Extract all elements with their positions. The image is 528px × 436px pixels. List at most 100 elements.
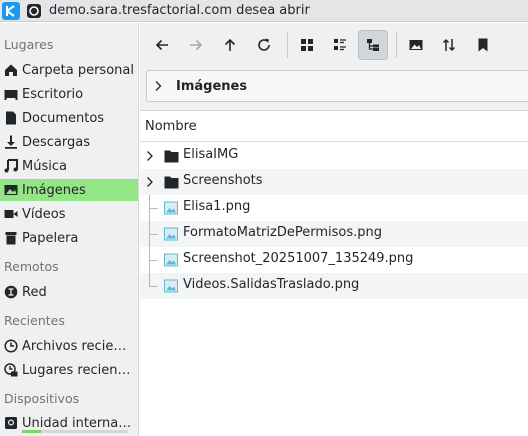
sidebar-item-music[interactable]: Música [0,155,138,177]
section-title-places: Lugares [4,37,54,52]
section-title-remote: Remotos [4,259,59,274]
chevron-right-icon[interactable] [146,176,154,188]
column-header-label: Nombre [145,119,197,134]
sidebar-item-label: Red [22,284,47,300]
sidebar-item-label: Lugares recientes [22,362,134,378]
sidebar-item-label: Unidad interna … [22,415,134,431]
sidebar-item-label: Música [22,158,67,174]
document-icon [3,110,19,126]
breadcrumb-current[interactable]: Imágenes [176,79,247,94]
recent-files-icon [3,338,19,354]
video-icon [3,206,19,222]
up-button[interactable] [215,30,245,60]
file-name: Screenshots [183,173,263,188]
folder-icon [163,174,179,190]
sidebar-item-desktop[interactable]: Escritorio [0,83,138,105]
column-header-name[interactable]: Nombre [140,112,528,142]
drive-usage-fill [22,430,42,433]
sidebar-item-label: Papelera [22,230,79,246]
desktop-icon [3,86,19,102]
back-button[interactable] [147,30,177,60]
tree-view-button[interactable] [358,30,388,60]
kde-app-icon [2,1,20,20]
sidebar-item-videos[interactable]: Vídeos [0,203,138,225]
trash-icon [3,230,19,246]
list-item[interactable]: Screenshots [140,169,528,195]
window-menu-icon[interactable] [26,3,42,19]
sidebar-item-label: Documentos [22,110,105,126]
file-name: FormatoMatrizDePermisos.png [183,225,382,240]
image-file-icon [163,200,179,216]
tree-line [149,260,158,261]
sort-button[interactable] [434,30,464,60]
arrow-right-icon [190,39,203,51]
section-title-devices: Dispositivos [4,391,80,406]
sort-icon [442,38,456,52]
file-name: Elisa1.png [183,199,251,214]
tree-line [149,234,158,235]
tree-line [149,208,158,209]
sidebar-item-label: Escritorio [22,86,84,102]
image-file-icon [163,226,179,242]
section-title-recent: Recientes [4,313,65,328]
image-file-icon [163,252,179,268]
recent-places-icon [3,362,19,378]
sidebar-item-recent-places[interactable]: Lugares recientes [0,359,138,381]
list-item[interactable]: FormatoMatrizDePermisos.png [140,221,528,247]
bookmark-button[interactable] [468,30,498,60]
sidebar-item-network[interactable]: Red [0,281,138,303]
file-name: Screenshot_20251007_135249.png [183,251,414,266]
details-view-icon [334,39,346,51]
icons-view-button[interactable] [292,30,322,60]
sidebar-item-label: Imágenes [22,182,86,198]
title-bar: demo.sara.tresfactorial.com desea abrir [0,0,528,22]
drive-icon [3,415,19,431]
home-icon [3,62,19,78]
toolbar-separator [396,32,397,58]
file-list: Nombre ElisaIMG Screenshots Elisa1.png F… [140,112,528,436]
grid-view-icon [301,39,313,51]
sidebar-item-documents[interactable]: Documentos [0,107,138,129]
sidebar-item-label: Archivos recient… [22,338,134,354]
music-icon [3,158,19,174]
location-bar: Imágenes [140,65,528,111]
preview-image-icon [409,40,423,50]
image-file-icon [163,278,179,294]
details-view-button[interactable] [325,30,355,60]
preview-button[interactable] [401,30,431,60]
arrow-up-icon [224,38,236,51]
toolbar [140,23,528,65]
sidebar-item-pictures[interactable]: Imágenes [0,179,138,201]
tree-view-icon [367,39,379,51]
file-name: ElisaIMG [183,147,239,162]
arrow-left-icon [155,39,168,51]
network-icon [3,284,19,300]
list-item[interactable]: Screenshot_20251007_135249.png [140,247,528,273]
sidebar-item-home[interactable]: Carpeta personal [0,59,138,81]
sidebar-item-recent-files[interactable]: Archivos recient… [0,335,138,357]
tree-line [149,273,150,286]
places-panel: Lugares Carpeta personal Escritorio Docu… [0,23,139,436]
folder-icon [163,148,179,164]
chevron-right-icon[interactable] [154,80,164,92]
forward-button[interactable] [181,30,211,60]
list-item[interactable]: ElisaIMG [140,143,528,169]
sidebar-item-downloads[interactable]: Descargas [0,131,138,153]
tree-line [149,286,158,287]
sidebar-item-label: Vídeos [22,206,66,222]
drive-usage-bar [22,430,128,433]
reload-button[interactable] [249,30,279,60]
toolbar-separator [287,32,288,58]
chevron-right-icon[interactable] [146,150,154,162]
list-item[interactable]: Videos.SalidasTraslado.png [140,273,528,299]
bookmark-icon [478,38,488,52]
file-name: Videos.SalidasTraslado.png [183,277,360,292]
sidebar-item-label: Descargas [22,134,91,150]
breadcrumb[interactable]: Imágenes [146,70,528,102]
image-icon [3,182,19,198]
reload-icon [258,38,270,51]
sidebar-item-trash[interactable]: Papelera [0,227,138,249]
window-title: demo.sara.tresfactorial.com desea abrir [49,3,310,18]
sidebar-item-label: Carpeta personal [22,62,134,78]
list-item[interactable]: Elisa1.png [140,195,528,221]
